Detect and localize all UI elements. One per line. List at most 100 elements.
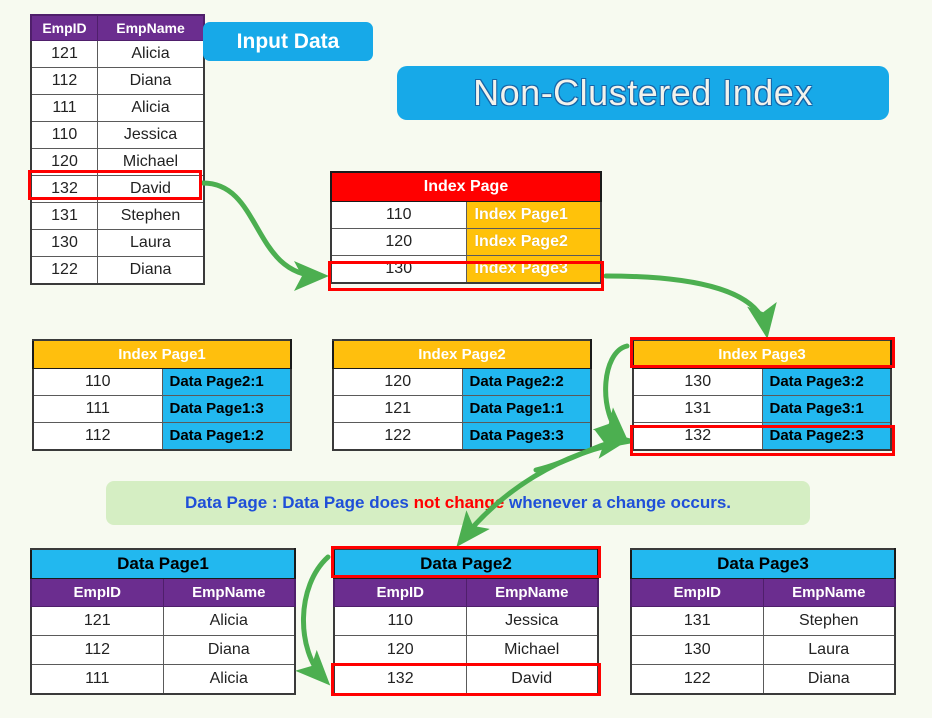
cell-empid: 131 bbox=[30, 202, 98, 230]
cell-empname: Alicia bbox=[97, 40, 205, 68]
table-row: 120 Data Page2:2 bbox=[332, 368, 592, 396]
arrow-index-root-to-page3 bbox=[603, 273, 777, 339]
note-highlight: not change bbox=[413, 493, 505, 512]
cell-empname: Stephen bbox=[762, 606, 896, 636]
table-row: 120 Michael bbox=[333, 635, 599, 665]
cell-empname: Jessica bbox=[97, 121, 205, 149]
cell-empname: Laura bbox=[762, 635, 896, 665]
table-row: 121 Alicia bbox=[30, 606, 296, 636]
cell-empname: Diana bbox=[97, 256, 205, 285]
cell-pointer: Data Page2:1 bbox=[161, 368, 292, 396]
cell-empname: David bbox=[465, 664, 599, 695]
data-page1-table: Data Page1 EmpID EmpName 121 Alicia 112 Di… bbox=[30, 548, 296, 695]
table-row: 112 Diana bbox=[30, 635, 296, 665]
cell-pointer: Data Page2:3 bbox=[761, 422, 892, 451]
table-row: 121 Data Page1:1 bbox=[332, 395, 592, 423]
cell-empid: 121 bbox=[30, 40, 98, 68]
index-page1-table: Index Page1 110 Data Page2:1 111 Data Page… bbox=[32, 339, 292, 451]
cell-key: 120 bbox=[332, 368, 463, 396]
column-header-empname: EmpName bbox=[465, 578, 599, 607]
table-row: 130 Data Page3:2 bbox=[632, 368, 892, 396]
table-row: 111 Data Page1:3 bbox=[32, 395, 292, 423]
cell-pointer: Data Page1:3 bbox=[161, 395, 292, 423]
note-banner: Data Page : Data Page does not change wh… bbox=[106, 481, 810, 525]
cell-key: 110 bbox=[32, 368, 163, 396]
table-row: 121 Alicia bbox=[30, 40, 205, 68]
table-row: 122 Diana bbox=[30, 256, 205, 285]
cell-empname: Alicia bbox=[162, 606, 296, 636]
cell-empname: Diana bbox=[762, 664, 896, 695]
note-suffix: whenever a change occurs. bbox=[504, 493, 732, 512]
column-header-empid: EmpID bbox=[333, 578, 467, 607]
index-page3-title: Index Page3 bbox=[632, 339, 892, 369]
table-row: 130 Laura bbox=[30, 229, 205, 257]
cell-empname: David bbox=[97, 175, 205, 203]
cell-pointer: Index Page1 bbox=[465, 201, 602, 229]
cell-empname: Alicia bbox=[162, 664, 296, 695]
cell-empid: 130 bbox=[30, 229, 98, 257]
cell-empname: Michael bbox=[97, 148, 205, 176]
cell-key: 110 bbox=[330, 201, 467, 229]
cell-empid: 110 bbox=[333, 606, 467, 636]
cell-empid: 131 bbox=[630, 606, 764, 636]
index-page2-title: Index Page2 bbox=[332, 339, 592, 369]
input-data-badge-label: Input Data bbox=[236, 29, 340, 53]
table-header-row: Index Page bbox=[330, 171, 602, 202]
cell-key: 120 bbox=[330, 228, 467, 256]
cell-pointer: Data Page1:2 bbox=[161, 422, 292, 451]
table-header-row: Index Page2 bbox=[332, 339, 592, 369]
cell-key: 112 bbox=[32, 422, 163, 451]
table-row: 110 Jessica bbox=[333, 606, 599, 636]
input-data-badge: Input Data bbox=[203, 22, 373, 61]
cell-key: 122 bbox=[332, 422, 463, 451]
table-header-row: EmpID EmpName bbox=[30, 14, 205, 41]
note-prefix: Data Page : Data Page does bbox=[184, 493, 414, 512]
cell-key: 130 bbox=[632, 368, 763, 396]
table-row: 131 Stephen bbox=[630, 606, 896, 636]
cell-pointer: Data Page1:1 bbox=[461, 395, 592, 423]
data-page3-title: Data Page3 bbox=[630, 548, 896, 579]
cell-empname: Diana bbox=[97, 67, 205, 95]
data-page2-table: Data Page2 EmpID EmpName 110 Jessica 120 M… bbox=[333, 548, 599, 695]
cell-empid: 120 bbox=[333, 635, 467, 665]
cell-pointer: Data Page3:2 bbox=[761, 368, 892, 396]
cell-empid: 121 bbox=[30, 606, 164, 636]
input-data-table: EmpID EmpName 121 Alicia 112 Diana 111 Alic… bbox=[30, 14, 205, 285]
table-row: 122 Data Page3:3 bbox=[332, 422, 592, 451]
cell-pointer: Data Page3:3 bbox=[461, 422, 592, 451]
data-page3-table: Data Page3 EmpID EmpName 131 Stephen 130 L… bbox=[630, 548, 896, 695]
column-header-empid: EmpID bbox=[630, 578, 764, 607]
table-row: 131 Data Page3:1 bbox=[632, 395, 892, 423]
cell-empid: 111 bbox=[30, 94, 98, 122]
index-root-title: Index Page bbox=[330, 171, 602, 202]
index-page2-table: Index Page2 120 Data Page2:2 121 Data Page… bbox=[332, 339, 592, 451]
data-page1-title: Data Page1 bbox=[30, 548, 296, 579]
main-title: Non-Clustered Index bbox=[397, 66, 889, 120]
diagram-canvas: Input Data Non-Clustered Index EmpID Emp… bbox=[0, 0, 932, 718]
cell-empname: Laura bbox=[97, 229, 205, 257]
table-title-row-highlighted: Data Page2 bbox=[333, 548, 599, 579]
cell-key: 111 bbox=[32, 395, 163, 423]
cell-empname: Stephen bbox=[97, 202, 205, 230]
cell-key: 131 bbox=[632, 395, 763, 423]
table-row: 122 Diana bbox=[630, 664, 896, 695]
cell-empid: 112 bbox=[30, 67, 98, 95]
table-title-row: Data Page3 bbox=[630, 548, 896, 579]
table-row: 110 Index Page1 bbox=[330, 201, 602, 229]
table-row: 110 Data Page2:1 bbox=[32, 368, 292, 396]
arrow-input-to-index-root bbox=[200, 180, 329, 291]
table-header-row-highlighted: Index Page3 bbox=[632, 339, 892, 369]
cell-key: 132 bbox=[632, 422, 763, 451]
table-row: 130 Laura bbox=[630, 635, 896, 665]
cell-empid: 132 bbox=[30, 175, 98, 203]
column-header-empname: EmpName bbox=[762, 578, 896, 607]
table-row: 120 Michael bbox=[30, 148, 205, 176]
table-row: 120 Index Page2 bbox=[330, 228, 602, 256]
arrow-page3-header-to-row132 bbox=[592, 343, 630, 443]
cell-key: 130 bbox=[330, 255, 467, 284]
table-row: 111 Alicia bbox=[30, 664, 296, 695]
table-header-row: EmpID EmpName bbox=[333, 578, 599, 607]
table-title-row: Data Page1 bbox=[30, 548, 296, 579]
column-header-empname: EmpName bbox=[162, 578, 296, 607]
cell-empname: Michael bbox=[465, 635, 599, 665]
